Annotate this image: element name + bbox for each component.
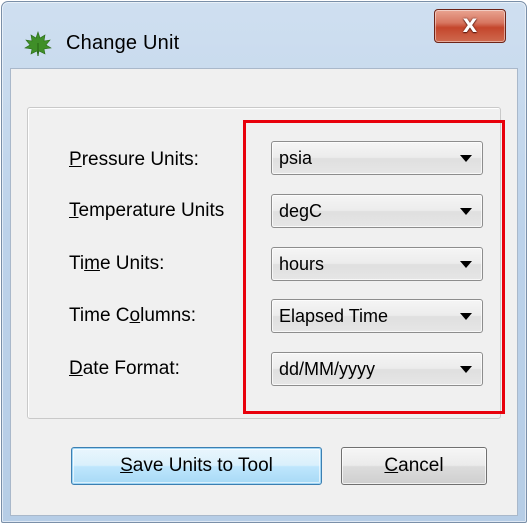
temperature-units-dropdown[interactable]: degC (271, 194, 483, 228)
close-icon: X (462, 15, 478, 37)
chevron-down-icon (460, 155, 472, 162)
save-units-to-tool-button[interactable]: Save Units to Tool (71, 447, 322, 485)
chevron-down-icon (460, 261, 472, 268)
temperature-units-label: Temperature Units (69, 200, 225, 221)
cancel-button[interactable]: Cancel (341, 447, 487, 485)
time-units-value: hours (279, 254, 325, 274)
chevron-down-icon (460, 366, 472, 373)
chevron-down-icon (460, 208, 472, 215)
time-columns-value: Elapsed Time (279, 306, 389, 326)
date-format-label: Date Format: (69, 358, 180, 379)
chevron-down-icon (460, 313, 472, 320)
close-button[interactable]: X (434, 9, 506, 43)
time-units-label: Time Units: (69, 253, 165, 274)
pressure-units-dropdown[interactable]: psia (271, 141, 483, 175)
date-format-value: dd/MM/yyyy (279, 359, 376, 379)
date-format-dropdown[interactable]: dd/MM/yyyy (271, 352, 483, 386)
temperature-units-value: degC (279, 201, 323, 221)
time-columns-label: Time Columns: (69, 305, 197, 326)
window-title: Change Unit (66, 32, 180, 54)
title-bar[interactable]: Change Unit X (2, 2, 526, 68)
dialog-body: Pressure Units: psia Temperature Units d… (10, 68, 518, 516)
pressure-units-label: Pressure Units: (69, 149, 199, 170)
time-columns-dropdown[interactable]: Elapsed Time (271, 299, 483, 333)
leaf-icon (24, 31, 52, 57)
time-units-dropdown[interactable]: hours (271, 247, 483, 281)
pressure-units-value: psia (279, 148, 313, 168)
change-unit-dialog: Change Unit X Pressure Units: psia Tempe… (1, 1, 527, 523)
